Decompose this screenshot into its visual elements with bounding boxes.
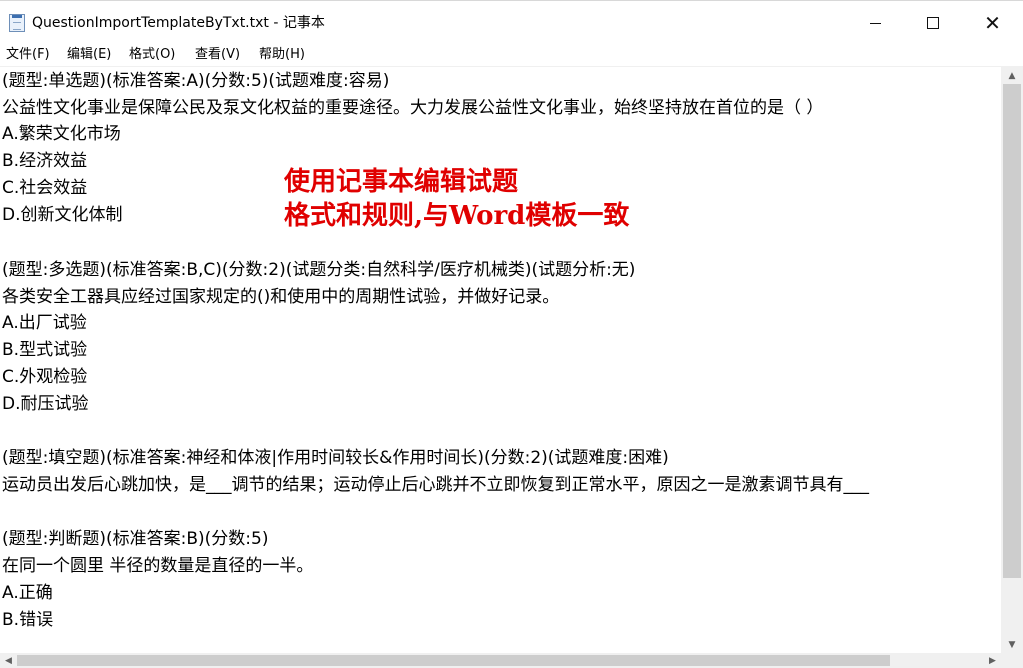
title-bar[interactable]: QuestionImportTemplateByTxt.txt - 记事本 ✕ bbox=[0, 0, 1023, 44]
menu-bar: 文件(F) 编辑(E) 格式(O) 查看(V) 帮助(H) bbox=[0, 44, 1023, 67]
text-line: A.正确 bbox=[2, 583, 53, 603]
close-button[interactable]: ✕ bbox=[962, 1, 1023, 45]
text-line: (题型:单选题)(标准答案:A)(分数:5)(试题难度:容易) bbox=[2, 71, 390, 91]
scrollbar-corner bbox=[1001, 653, 1023, 668]
vertical-scroll-thumb[interactable] bbox=[1003, 84, 1021, 578]
text-line: (题型:多选题)(标准答案:B,C)(分数:2)(试题分类:自然科学/医疗机械类… bbox=[2, 260, 636, 280]
text-line: (题型:填空题)(标准答案:神经和体液|作用时间较长&作用时间长)(分数:2)(… bbox=[2, 448, 669, 468]
minimize-icon bbox=[869, 22, 881, 24]
text-line: B.型式试验 bbox=[2, 340, 88, 360]
horizontal-scrollbar[interactable]: ◀ ▶ bbox=[0, 653, 1001, 668]
horizontal-scroll-thumb[interactable] bbox=[17, 655, 890, 666]
text-editor[interactable]: (题型:单选题)(标准答案:A)(分数:5)(试题难度:容易) 公益性文化事业是… bbox=[0, 67, 1001, 653]
text-line: B.经济效益 bbox=[2, 151, 88, 171]
text-line: 在同一个圆里 半径的数量是直径的一半。 bbox=[2, 556, 314, 576]
text-line: D.创新文化体制 bbox=[2, 205, 123, 225]
text-line: D.耐压试验 bbox=[2, 394, 89, 414]
scroll-up-icon[interactable]: ▲ bbox=[1001, 67, 1023, 84]
minimize-button[interactable] bbox=[846, 1, 904, 45]
text-line: 各类安全工器具应经过国家规定的()和使用中的周期性试验，并做好记录。 bbox=[2, 287, 560, 307]
close-icon: ✕ bbox=[984, 11, 1001, 35]
menu-edit[interactable]: 编辑(E) bbox=[67, 45, 111, 65]
text-line: A.出厂试验 bbox=[2, 313, 87, 333]
text-line: C.外观检验 bbox=[2, 367, 88, 387]
menu-file[interactable]: 文件(F) bbox=[6, 45, 50, 65]
text-line: B.错误 bbox=[2, 610, 54, 630]
annotation-line-1: 使用记事本编辑试题 bbox=[284, 167, 519, 197]
scroll-left-icon[interactable]: ◀ bbox=[0, 653, 17, 668]
annotation-line-2: 格式和规则,与Word模板一致 bbox=[284, 201, 630, 231]
text-line: A.繁荣文化市场 bbox=[2, 124, 121, 144]
menu-format[interactable]: 格式(O) bbox=[129, 45, 175, 65]
scroll-right-icon[interactable]: ▶ bbox=[984, 653, 1001, 668]
scroll-down-icon[interactable]: ▼ bbox=[1001, 636, 1023, 653]
notepad-icon bbox=[9, 14, 25, 32]
text-line: 运动员出发后心跳加快，是___调节的结果；运动停止后心跳并不立即恢复到正常水平，… bbox=[2, 475, 869, 495]
maximize-icon bbox=[927, 17, 939, 29]
vertical-scrollbar[interactable]: ▲ ▼ bbox=[1001, 67, 1023, 653]
window-title: QuestionImportTemplateByTxt.txt - 记事本 bbox=[32, 15, 325, 31]
text-line: C.社会效益 bbox=[2, 178, 88, 198]
text-line: 公益性文化事业是保障公民及泵文化权益的重要途径。大力发展公益性文化事业，始终坚持… bbox=[2, 98, 824, 118]
text-line: (题型:判断题)(标准答案:B)(分数:5) bbox=[2, 529, 269, 549]
menu-help[interactable]: 帮助(H) bbox=[259, 45, 305, 65]
menu-view[interactable]: 查看(V) bbox=[195, 45, 240, 65]
maximize-button[interactable] bbox=[904, 1, 962, 45]
